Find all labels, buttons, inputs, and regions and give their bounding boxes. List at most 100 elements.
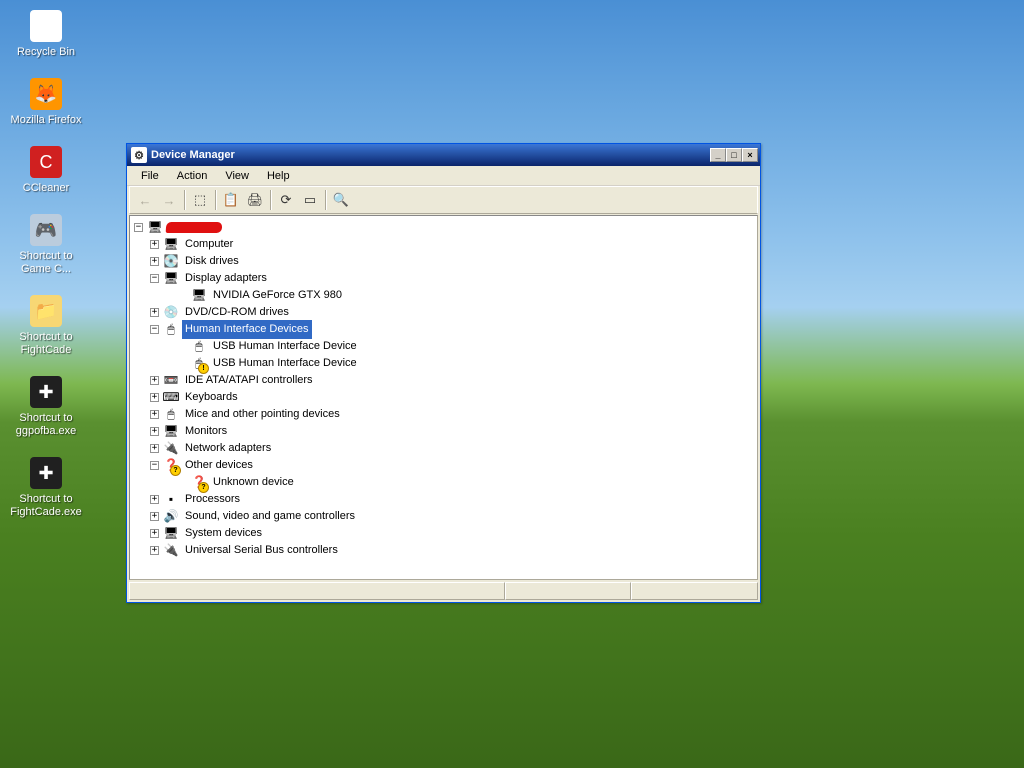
desktop-icon[interactable]: 🦊 Mozilla Firefox [8, 78, 84, 128]
titlebar[interactable]: ⚙ Device Manager _ □ × [127, 144, 760, 166]
icon-label: CCleaner [8, 181, 84, 196]
device-icon: 🖥 [163, 271, 179, 287]
device-icon: ▪ [163, 492, 179, 508]
tree-node[interactable]: + 🔌Universal Serial Bus controllers [134, 542, 757, 559]
app-icon: ✚ [30, 376, 62, 408]
tree-node[interactable]: ❓Unknown device [134, 474, 757, 491]
desktop-icons-column: 🗑 Recycle Bin 🦊 Mozilla Firefox C CCleaner… [8, 10, 84, 538]
device-icon: ❓ [163, 458, 179, 474]
expand-icon[interactable]: + [150, 410, 159, 419]
collapse-icon[interactable]: − [150, 461, 159, 470]
toolbar-properties-icon[interactable]: 📋 [220, 189, 242, 211]
tree-node[interactable]: +🔊Sound, video and game controllers [134, 508, 757, 525]
device-icon: 🖱 [191, 339, 207, 355]
device-icon: ❓ [191, 475, 207, 491]
tree-node[interactable]: +🖥System devices [134, 525, 757, 542]
maximize-button[interactable]: □ [726, 148, 742, 162]
toolbar-showhidden-icon[interactable]: ▭ [299, 189, 321, 211]
tree-content[interactable]: − 🖥 +🖥Computer+💽Disk drives−🖥Display ada… [129, 215, 758, 580]
desktop-icon[interactable]: C CCleaner [8, 146, 84, 196]
app-icon: 🦊 [30, 78, 62, 110]
menu-view[interactable]: View [217, 168, 257, 184]
close-button[interactable]: × [742, 148, 758, 162]
desktop-icon[interactable]: 📁 Shortcut to FightCade [8, 295, 84, 358]
collapse-icon[interactable]: − [134, 223, 143, 232]
tree-leaf-connector [178, 359, 187, 368]
device-icon: 💿 [163, 305, 179, 321]
status-bar [129, 582, 758, 601]
expand-icon[interactable]: + [150, 376, 159, 385]
expand-icon[interactable]: + [150, 529, 159, 538]
tree-node[interactable]: +🖥Computer [134, 236, 757, 253]
desktop-icon[interactable]: ✚ Shortcut to FightCade.exe [8, 457, 84, 520]
expand-icon[interactable]: + [150, 427, 159, 436]
expand-icon[interactable]: + [150, 546, 159, 555]
device-icon: ⌨ [163, 390, 179, 406]
toolbar-separator [325, 190, 326, 210]
tree-node[interactable]: +🔌Network adapters [134, 440, 757, 457]
expand-icon[interactable]: + [150, 240, 159, 249]
status-cell [631, 582, 758, 600]
device-tree: − 🖥 +🖥Computer+💽Disk drives−🖥Display ada… [130, 218, 757, 560]
desktop-icon[interactable]: 🗑 Recycle Bin [8, 10, 84, 60]
device-icon: 💽 [163, 254, 179, 270]
expand-icon[interactable]: + [150, 512, 159, 521]
window-title: Device Manager [151, 149, 710, 161]
app-icon: 📁 [30, 295, 62, 327]
tree-node[interactable]: 🖱USB Human Interface Device [134, 355, 757, 372]
tree-node[interactable]: −🖱Human Interface Devices [134, 321, 757, 338]
tree-node[interactable]: +📼IDE ATA/ATAPI controllers [134, 372, 757, 389]
expand-icon[interactable]: + [150, 308, 159, 317]
device-icon: 🖱 [163, 407, 179, 423]
toolbar-up-icon[interactable]: ⬚ [189, 189, 211, 211]
toolbar-forward-icon: → [158, 189, 180, 211]
device-icon: 🖱 [191, 356, 207, 372]
expand-icon[interactable]: + [150, 495, 159, 504]
node-label[interactable]: Universal Serial Bus controllers [182, 541, 341, 560]
device-icon: 🔌 [163, 441, 179, 457]
toolbar-separator [270, 190, 271, 210]
tree-node[interactable]: +🖥Monitors [134, 423, 757, 440]
redacted-hostname [166, 222, 223, 233]
desktop-icon[interactable]: ✚ Shortcut to ggpofba.exe [8, 376, 84, 439]
icon-label: Shortcut to ggpofba.exe [8, 411, 84, 439]
toolbar-print-icon[interactable]: 🖨 [244, 189, 266, 211]
expand-icon[interactable]: + [150, 393, 159, 402]
app-icon: 🗑 [30, 10, 62, 42]
tree-node[interactable]: +⌨Keyboards [134, 389, 757, 406]
expand-icon[interactable]: + [150, 257, 159, 266]
app-icon: ⚙ [131, 147, 147, 163]
icon-label: Shortcut to FightCade [8, 330, 84, 358]
tree-node[interactable]: 🖱USB Human Interface Device [134, 338, 757, 355]
app-icon: 🎮 [30, 214, 62, 246]
status-cell [129, 582, 505, 600]
toolbar-refresh-icon[interactable]: ⟳ [275, 189, 297, 211]
collapse-icon[interactable]: − [150, 325, 159, 334]
device-icon: 📼 [163, 373, 179, 389]
tree-node[interactable]: +🖱Mice and other pointing devices [134, 406, 757, 423]
menu-help[interactable]: Help [259, 168, 298, 184]
menu-file[interactable]: File [133, 168, 167, 184]
device-icon: 🖱 [163, 322, 179, 338]
tree-node[interactable]: −🖥Display adapters [134, 270, 757, 287]
toolbar-scan-icon[interactable]: 🔍 [330, 189, 352, 211]
icon-label: Shortcut to FightCade.exe [8, 492, 84, 520]
device-manager-window: ⚙ Device Manager _ □ × FileActionViewHel… [126, 143, 761, 603]
expand-icon[interactable]: + [150, 444, 159, 453]
minimize-button[interactable]: _ [710, 148, 726, 162]
tree-node[interactable]: +💽Disk drives [134, 253, 757, 270]
app-icon: ✚ [30, 457, 62, 489]
tree-leaf-connector [178, 291, 187, 300]
device-icon: 🔊 [163, 509, 179, 525]
tree-node[interactable]: −❓Other devices [134, 457, 757, 474]
collapse-icon[interactable]: − [150, 274, 159, 283]
menu-action[interactable]: Action [169, 168, 216, 184]
tree-node[interactable]: +💿DVD/CD-ROM drives [134, 304, 757, 321]
tree-node[interactable]: +▪Processors [134, 491, 757, 508]
device-icon: 🔌 [163, 543, 179, 559]
toolbar-back-icon: ← [134, 189, 156, 211]
desktop-icon[interactable]: 🎮 Shortcut to Game C... [8, 214, 84, 277]
tree-node[interactable]: 🖥NVIDIA GeForce GTX 980 [134, 287, 757, 304]
tree-root[interactable]: − 🖥 [134, 219, 757, 236]
icon-label: Shortcut to Game C... [8, 249, 84, 277]
